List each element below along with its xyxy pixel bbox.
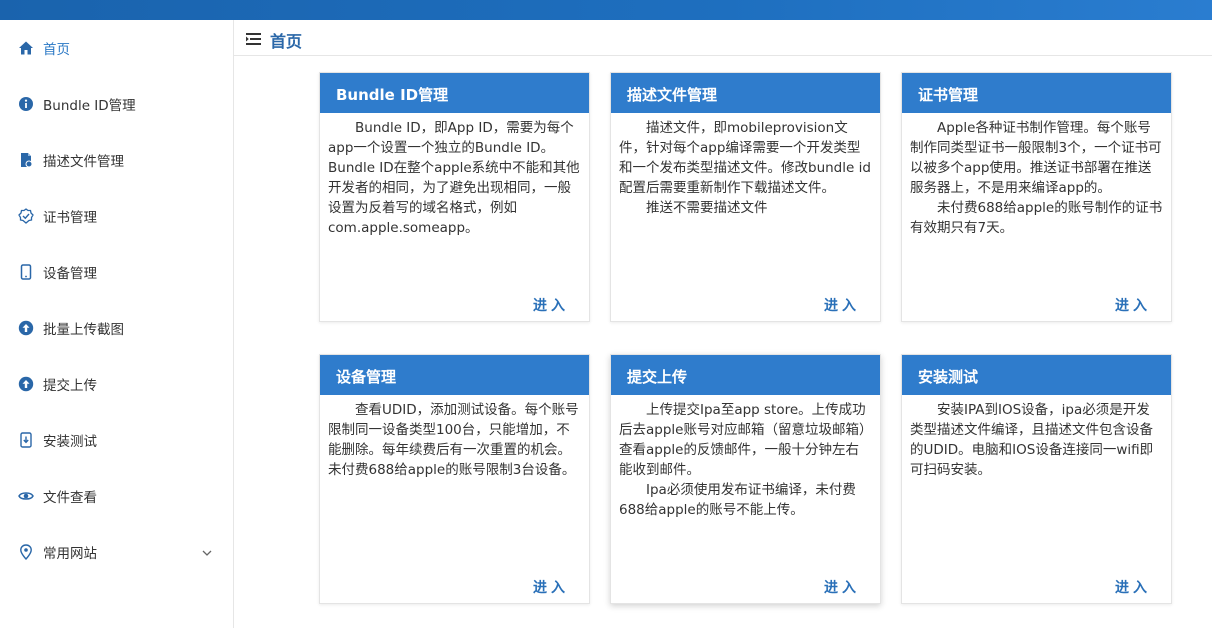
card-title: 证书管理 [902,73,1171,113]
sidebar-item-label: 批量上传截图 [43,322,124,338]
card-title: 提交上传 [611,355,880,395]
card-paragraph: Ipa必须使用发布证书编译，未付费688给apple的账号不能上传。 [619,482,856,518]
info-icon [18,96,34,112]
chevron-down-icon[interactable] [200,545,214,559]
card-title: 描述文件管理 [611,73,880,113]
enter-button[interactable]: 进入 [1115,577,1151,597]
card-description: 描述文件，即mobileprovision文件，针对每个app编译需要一个开发类… [619,118,872,218]
card-paragraph: 安装IPA到IOS设备，ipa必须是开发类型描述文件编译，且描述文件包含设备的U… [910,402,1154,478]
phone-icon [18,264,34,280]
card-paragraph: 推送不需要描述文件 [646,200,768,216]
upload-icon [18,320,34,336]
card-paragraph: 描述文件，即mobileprovision文件，针对每个app编译需要一个开发类… [619,120,871,196]
card-submit: 提交上传 上传提交Ipa至app store。上传成功后去apple账号对应邮箱… [610,354,881,604]
location-icon [18,544,34,560]
upload-icon [18,376,34,392]
sidebar: 首页 Bundle ID管理 描述文件管理 证书管理 设备管理 批量上传截图 提… [0,20,234,628]
enter-button[interactable]: 进入 [824,577,860,597]
certificate-icon [18,208,34,224]
sidebar-item-label: 常用网站 [43,546,97,562]
card-certificates: 证书管理 Apple各种证书制作管理。每个账号制作同类型证书一般限制3个，一个证… [901,72,1172,322]
sidebar-item-devices[interactable]: 设备管理 [0,244,233,300]
enter-button[interactable]: 进入 [533,577,569,597]
sidebar-item-label: 安装测试 [43,434,97,450]
card-paragraph: 未付费688给apple的账号制作的证书有效期只有7天。 [910,200,1163,236]
card-title: 设备管理 [320,355,589,395]
card-paragraph: 查看UDID，添加测试设备。每个账号限制同一设备类型100台，只能增加，不能删除… [328,402,579,478]
enter-button[interactable]: 进入 [1115,295,1151,315]
sidebar-item-home[interactable]: 首页 [0,20,233,76]
sidebar-item-websites[interactable]: 常用网站 [0,524,233,580]
sidebar-item-label: 提交上传 [43,378,97,394]
card-description: 上传提交Ipa至app store。上传成功后去apple账号对应邮箱（留意垃圾… [619,400,872,520]
sidebar-item-label: 证书管理 [43,210,97,226]
sidebar-item-install[interactable]: 安装测试 [0,412,233,468]
sidebar-item-label: 设备管理 [43,266,97,282]
card-description: Bundle ID，即App ID，需要为每个app一个设置一个独立的Bundl… [328,118,581,238]
card-install: 安装测试 安装IPA到IOS设备，ipa必须是开发类型描述文件编译，且描述文件包… [901,354,1172,604]
sidebar-item-label: 首页 [43,42,70,58]
eye-icon [18,488,34,504]
enter-button[interactable]: 进入 [533,295,569,315]
sidebar-item-bundle-id[interactable]: Bundle ID管理 [0,76,233,132]
card-devices: 设备管理 查看UDID，添加测试设备。每个账号限制同一设备类型100台，只能增加… [319,354,590,604]
sidebar-item-submit[interactable]: 提交上传 [0,356,233,412]
sidebar-item-files[interactable]: 文件查看 [0,468,233,524]
card-description: 查看UDID，添加测试设备。每个账号限制同一设备类型100台，只能增加，不能删除… [328,400,581,480]
card-paragraph: Bundle ID，即App ID，需要为每个app一个设置一个独立的Bundl… [328,120,580,236]
sidebar-item-label: 文件查看 [43,490,97,506]
card-paragraph: 上传提交Ipa至app store。上传成功后去apple账号对应邮箱（留意垃圾… [619,402,866,478]
home-icon [18,40,34,56]
card-bundle-id: Bundle ID管理 Bundle ID，即App ID，需要为每个app一个… [319,72,590,322]
card-title: Bundle ID管理 [320,73,589,113]
sidebar-item-profiles[interactable]: 描述文件管理 [0,132,233,188]
page-header: 首页 [234,20,1212,56]
file-icon [18,152,34,168]
sidebar-item-label: Bundle ID管理 [43,98,136,114]
card-title: 安装测试 [902,355,1171,395]
enter-button[interactable]: 进入 [824,295,860,315]
sidebar-item-certificates[interactable]: 证书管理 [0,188,233,244]
card-description: 安装IPA到IOS设备，ipa必须是开发类型描述文件编译，且描述文件包含设备的U… [910,400,1163,480]
sidebar-item-label: 描述文件管理 [43,154,124,170]
sidebar-item-batch-upload[interactable]: 批量上传截图 [0,300,233,356]
install-icon [18,432,34,448]
page-title: 首页 [270,32,303,51]
top-bar [0,0,1212,20]
menu-icon[interactable] [246,31,262,45]
card-profiles: 描述文件管理 描述文件，即mobileprovision文件，针对每个app编译… [610,72,881,322]
card-description: Apple各种证书制作管理。每个账号制作同类型证书一般限制3个，一个证书可以被多… [910,118,1163,238]
card-paragraph: Apple各种证书制作管理。每个账号制作同类型证书一般限制3个，一个证书可以被多… [910,120,1162,196]
